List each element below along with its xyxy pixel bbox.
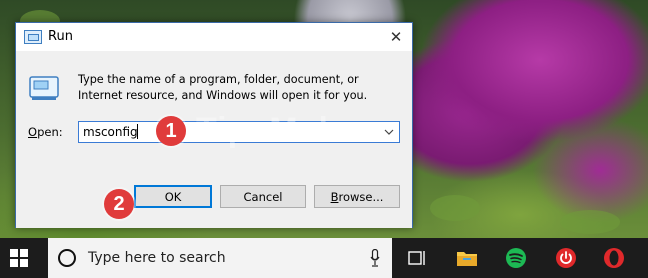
text-caret <box>137 124 138 139</box>
browse-button[interactable]: Browse... <box>314 185 400 208</box>
browse-label-text: rowse... <box>338 189 384 204</box>
task-view-icon[interactable] <box>406 246 430 270</box>
taskbar-search-box[interactable]: Type here to search <box>48 238 392 278</box>
taskbar: Type here to search <box>0 238 648 278</box>
step-2-badge: 2 <box>104 189 134 219</box>
watermark-suffix: .com <box>358 130 389 144</box>
run-program-icon <box>29 76 59 100</box>
microphone-icon[interactable] <box>370 249 380 267</box>
watermark-text: TipsMake <box>196 111 359 149</box>
step-1-badge: 1 <box>156 116 186 146</box>
run-app-icon <box>24 30 42 44</box>
dialog-description: Type the name of a program, folder, docu… <box>78 73 368 102</box>
background-leaf <box>430 195 480 221</box>
file-explorer-icon[interactable] <box>455 246 479 270</box>
cancel-button[interactable]: Cancel <box>220 185 306 208</box>
open-input[interactable]: msconfig <box>83 125 138 139</box>
open-label-text: pen: <box>37 125 63 139</box>
spotify-icon[interactable] <box>504 246 528 270</box>
power-app-icon[interactable] <box>554 246 578 270</box>
windows-start-icon[interactable] <box>10 249 28 267</box>
run-dialog: Run ✕ Type the name of a program, folder… <box>15 22 413 228</box>
close-button[interactable]: ✕ <box>380 23 412 51</box>
title-bar[interactable]: Run ✕ <box>16 23 412 51</box>
cortana-icon <box>58 249 76 267</box>
open-label-accelerator: O <box>28 125 38 139</box>
opera-icon[interactable] <box>602 246 626 270</box>
ok-button[interactable]: OK <box>134 185 212 208</box>
dialog-title: Run <box>48 29 73 44</box>
watermark: TipsMake.com <box>196 111 388 150</box>
search-placeholder: Type here to search <box>88 250 226 266</box>
background-leaf <box>560 210 620 234</box>
open-label: Open: <box>28 125 63 139</box>
browse-accelerator: B <box>330 189 339 204</box>
